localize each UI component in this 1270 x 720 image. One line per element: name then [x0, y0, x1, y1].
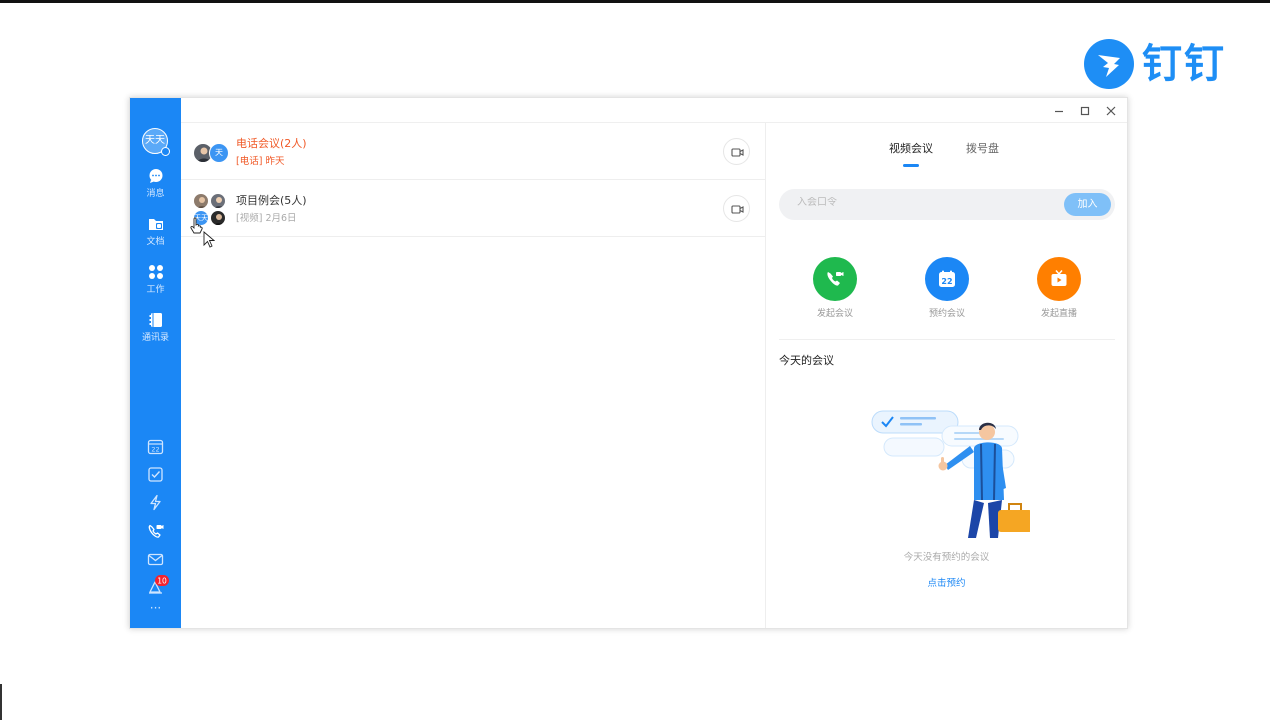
calendar-icon: 22	[939, 270, 955, 287]
action-label: 发起会议	[816, 309, 853, 319]
sidebar-item-label: 文档	[146, 237, 165, 247]
user-avatar[interactable]: 天天	[142, 128, 170, 156]
sidebar-item-label: 工作	[146, 285, 165, 295]
calendar-day: 22	[151, 446, 159, 454]
tab-indicator	[903, 164, 919, 167]
mail-icon[interactable]	[147, 551, 164, 568]
meeting-list: 天 电话会议(2人) [电话] 昨天 天天 项目例会(5人) [视频] 2月6日	[181, 123, 765, 628]
start-meeting-button[interactable]: 发起会议	[795, 257, 875, 319]
meeting-code-bar: 加入	[779, 189, 1115, 220]
meeting-meta: [电话] 昨天	[236, 153, 284, 167]
tab-dialpad[interactable]: 拨号盘	[966, 140, 999, 156]
status-dot	[161, 147, 170, 156]
meeting-code-input[interactable]	[797, 197, 1037, 208]
start-meeting-icon-bg	[813, 257, 857, 301]
meeting-time: 昨天	[265, 156, 285, 167]
maximize-icon[interactable]	[1078, 104, 1092, 118]
meeting-meta: [视频] 2月6日	[236, 210, 297, 224]
video-camera-icon	[731, 148, 744, 157]
chat-icon	[149, 169, 162, 183]
apps-icon	[148, 265, 163, 279]
today-meetings-title: 今天的会议	[779, 354, 834, 367]
meeting-time: 2月6日	[265, 213, 297, 224]
schedule-meeting-icon-bg: 22	[925, 257, 969, 301]
sidebar-item-label: 消息	[146, 189, 165, 199]
phone-video-icon[interactable]	[147, 523, 164, 540]
meeting-row-phone[interactable]: 天 电话会议(2人) [电话] 昨天	[181, 123, 765, 180]
top-border	[0, 0, 1270, 3]
dingtalk-logo: 钉钉	[1084, 38, 1226, 90]
avatar-text: 天	[215, 148, 223, 157]
sidebar-item-docs[interactable]: 文档	[130, 216, 181, 247]
brand-name: 钉钉	[1142, 41, 1226, 87]
phone-video-icon	[827, 272, 844, 286]
sidebar-item-messages[interactable]: 消息	[130, 168, 181, 199]
meeting-title: 电话会议(2人)	[236, 137, 307, 150]
video-call-button[interactable]	[723, 195, 750, 222]
section-divider	[779, 339, 1115, 340]
sidebar-item-label: 通讯录	[141, 333, 169, 343]
member-avatar	[210, 210, 226, 226]
more-icon[interactable]: ···	[130, 602, 181, 614]
live-icon	[1051, 270, 1067, 286]
minimize-icon[interactable]	[1052, 104, 1066, 118]
meeting-row-video[interactable]: 天天 项目例会(5人) [视频] 2月6日	[181, 180, 765, 237]
sidebar-item-work[interactable]: 工作	[130, 264, 181, 295]
flash-icon[interactable]	[147, 494, 164, 511]
meeting-type: [电话]	[236, 156, 263, 167]
member-avatar	[210, 193, 226, 209]
book-meeting-link[interactable]: 点击预约	[766, 575, 1127, 589]
sidebar: 天天 消息 文档 工作 通讯录 22 ···	[130, 98, 181, 628]
start-live-icon-bg	[1037, 257, 1081, 301]
close-icon[interactable]	[1104, 104, 1118, 118]
app-window: 天天 消息 文档 工作 通讯录 22 ··· 天 电话会议(2人) [电话] 昨…	[129, 97, 1128, 629]
video-call-button[interactable]	[723, 138, 750, 165]
notification-badge: 10	[155, 575, 169, 586]
calendar-icon[interactable]: 22	[147, 438, 164, 455]
contacts-icon	[149, 313, 162, 327]
action-label: 预约会议	[928, 309, 965, 319]
sidebar-item-contacts[interactable]: 通讯录	[130, 312, 181, 343]
edge-mark	[0, 684, 2, 720]
calendar-day: 22	[941, 277, 952, 286]
empty-state-text: 今天没有预约的会议	[903, 552, 990, 563]
member-avatar	[193, 193, 209, 209]
tab-video-meeting[interactable]: 视频会议	[889, 140, 933, 156]
schedule-meeting-button[interactable]: 22 预约会议	[907, 257, 987, 319]
meeting-title: 项目例会(5人)	[236, 194, 307, 207]
folder-icon	[148, 219, 163, 230]
my-avatar: 天	[209, 143, 229, 163]
todo-icon[interactable]	[147, 466, 164, 483]
badge-count: 10	[157, 577, 167, 586]
dingtalk-wing-icon	[1084, 39, 1134, 89]
empty-state-illustration	[871, 410, 1030, 538]
meeting-panel: 视频会议 拨号盘 加入 发起会议 22	[766, 123, 1127, 628]
meeting-type: [视频]	[236, 213, 263, 224]
video-camera-icon	[731, 205, 744, 214]
arrow-cursor-icon	[203, 231, 215, 248]
action-label: 发起直播	[1040, 309, 1077, 319]
avatar-text: 天天	[145, 135, 165, 146]
join-button[interactable]: 加入	[1064, 193, 1111, 216]
start-live-button[interactable]: 发起直播	[1019, 257, 1099, 319]
